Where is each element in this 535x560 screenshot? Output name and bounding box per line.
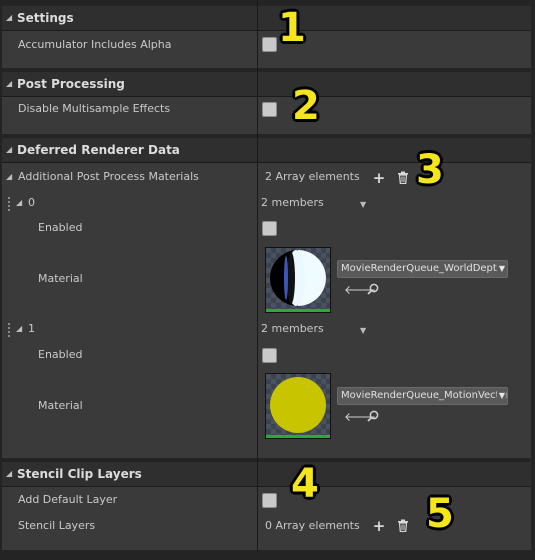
chevron-down-icon[interactable]: ▼ bbox=[360, 200, 366, 209]
enabled-checkbox[interactable] bbox=[262, 221, 277, 236]
add-element-icon[interactable]: + bbox=[372, 171, 386, 186]
chevron-down-icon[interactable]: ▼ bbox=[496, 388, 505, 404]
callout-5: 5 bbox=[426, 491, 454, 537]
array-count: 2 Array elements bbox=[265, 170, 360, 183]
category-settings[interactable]: ◢ Settings bbox=[2, 6, 531, 31]
asset-name: MovieRenderQueue_MotionVectors bbox=[341, 390, 508, 401]
motion-vectors-preview bbox=[270, 377, 326, 433]
search-icon[interactable] bbox=[366, 410, 380, 424]
material-asset-picker[interactable]: MovieRenderQueue_WorldDepth ▼ bbox=[337, 260, 508, 278]
chevron-down-icon[interactable]: ▼ bbox=[496, 261, 505, 277]
property-label: Enabled bbox=[38, 348, 83, 361]
collapse-arrow-icon[interactable]: ◢ bbox=[6, 72, 12, 96]
thumbnail-status-bar bbox=[266, 309, 330, 312]
category-post-processing[interactable]: ◢ Post Processing bbox=[2, 72, 531, 97]
members-count: 2 members bbox=[261, 196, 324, 209]
category-label: Deferred Renderer Data bbox=[17, 143, 180, 157]
callout-1: 1 bbox=[278, 5, 306, 51]
deferred-body: ◢ Additional Post Process Materials 2 Ar… bbox=[2, 163, 531, 458]
expand-arrow-icon[interactable]: ◢ bbox=[16, 191, 22, 215]
expand-arrow-icon[interactable]: ◢ bbox=[6, 165, 12, 189]
collapse-arrow-icon[interactable]: ◢ bbox=[6, 462, 12, 486]
property-label: Stencil Layers bbox=[18, 519, 96, 532]
world-depth-preview bbox=[270, 250, 326, 306]
property-label: Additional Post Process Materials bbox=[18, 170, 199, 183]
property-label: Material bbox=[38, 272, 83, 285]
callout-2: 2 bbox=[292, 83, 320, 129]
category-deferred-renderer[interactable]: ◢ Deferred Renderer Data bbox=[2, 138, 531, 163]
enabled-checkbox[interactable] bbox=[262, 348, 277, 363]
material-asset-picker[interactable]: MovieRenderQueue_MotionVectors ▼ bbox=[337, 387, 508, 405]
drag-handle-icon[interactable] bbox=[8, 197, 14, 211]
arrow-left-icon[interactable]: 🡐 bbox=[344, 283, 376, 297]
category-label: Post Processing bbox=[17, 77, 125, 91]
search-icon[interactable] bbox=[366, 283, 380, 297]
category-stencil-clip-layers[interactable]: ◢ Stencil Clip Layers bbox=[2, 462, 531, 487]
callout-4: 4 bbox=[291, 461, 319, 507]
drag-handle-icon[interactable] bbox=[8, 323, 14, 337]
property-row-accumulator: Accumulator Includes Alpha bbox=[2, 31, 531, 68]
column-splitter[interactable] bbox=[257, 0, 258, 550]
collapse-arrow-icon[interactable]: ◢ bbox=[6, 6, 12, 30]
trash-icon[interactable] bbox=[397, 171, 409, 187]
array-index-label: 1 bbox=[28, 322, 35, 335]
expand-arrow-icon[interactable]: ◢ bbox=[16, 317, 22, 341]
collapse-arrow-icon[interactable]: ◢ bbox=[6, 138, 12, 162]
property-label: Material bbox=[38, 399, 83, 412]
chevron-down-icon[interactable]: ▼ bbox=[360, 326, 366, 335]
disable-msaa-checkbox[interactable] bbox=[262, 102, 277, 117]
property-label: Accumulator Includes Alpha bbox=[18, 38, 172, 51]
callout-3: 3 bbox=[416, 147, 444, 193]
members-count: 2 members bbox=[261, 322, 324, 335]
array-index-label: 0 bbox=[28, 196, 35, 209]
property-row-disable-msaa: Disable Multisample Effects bbox=[2, 97, 531, 134]
add-default-layer-checkbox[interactable] bbox=[262, 493, 277, 508]
property-label: Add Default Layer bbox=[18, 493, 118, 506]
trash-icon[interactable] bbox=[397, 519, 409, 535]
property-label: Disable Multisample Effects bbox=[18, 102, 171, 115]
array-count: 0 Array elements bbox=[265, 519, 360, 532]
material-thumbnail[interactable] bbox=[265, 373, 331, 439]
asset-name: MovieRenderQueue_WorldDepth bbox=[341, 263, 504, 274]
thumbnail-status-bar bbox=[266, 435, 330, 438]
accumulator-alpha-checkbox[interactable] bbox=[262, 37, 277, 52]
category-label: Settings bbox=[17, 11, 74, 25]
property-label: Enabled bbox=[38, 221, 83, 234]
details-panel: ◢ Settings Accumulator Includes Alpha ◢ … bbox=[0, 0, 535, 560]
arrow-left-icon[interactable]: 🡐 bbox=[344, 410, 376, 424]
add-element-icon[interactable]: + bbox=[372, 519, 386, 534]
category-label: Stencil Clip Layers bbox=[17, 467, 142, 481]
material-thumbnail[interactable] bbox=[265, 247, 331, 313]
